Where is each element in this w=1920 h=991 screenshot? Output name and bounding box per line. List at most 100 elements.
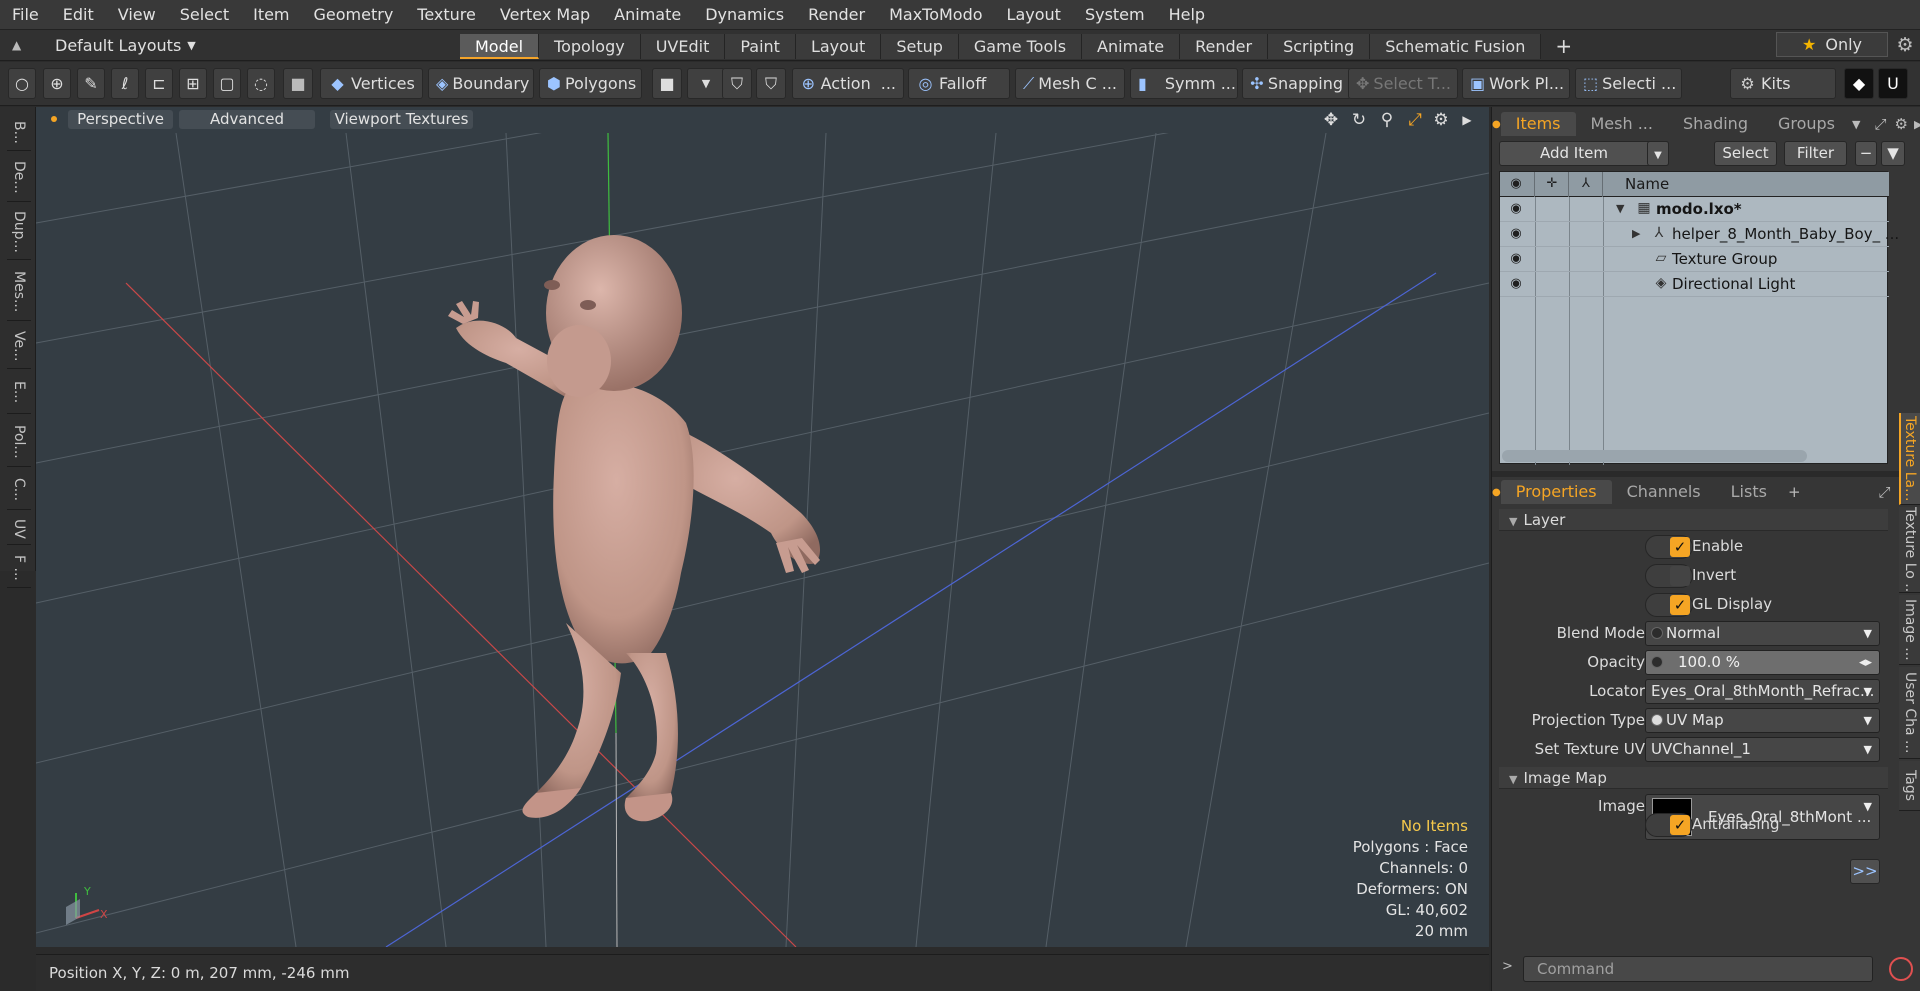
projection-select[interactable]: UV Map ▼: [1645, 708, 1880, 733]
tree-row-light[interactable]: ◉ ◈ Directional Light: [1500, 272, 1889, 297]
add-item-dropdown[interactable]: ▼: [1647, 141, 1669, 166]
kits-button[interactable]: ⚙ Kits: [1730, 68, 1836, 99]
tab-shading[interactable]: Shading: [1668, 112, 1763, 136]
menu-dynamics[interactable]: Dynamics: [693, 0, 796, 30]
gear-icon[interactable]: ⚙: [1894, 34, 1916, 56]
action-center-button[interactable]: ⊕ Action...: [792, 68, 904, 99]
snapping-button[interactable]: ✣ Snapping: [1242, 68, 1351, 99]
tab-items[interactable]: Items: [1500, 112, 1576, 136]
left-tab-deform[interactable]: De...: [7, 154, 31, 202]
panel-splitter[interactable]: [1492, 471, 1920, 477]
visibility-eye-icon[interactable]: ◉: [1506, 201, 1526, 216]
menu-layout[interactable]: Layout: [995, 0, 1073, 30]
menu-animate[interactable]: Animate: [602, 0, 693, 30]
col-locator[interactable]: ⅄: [1569, 172, 1603, 197]
set-uv-select[interactable]: UVChannel_1 ▼: [1645, 737, 1880, 762]
panel-arrow-icon[interactable]: ▶: [1914, 118, 1920, 131]
boundary-button[interactable]: ◈ Boundary: [428, 68, 534, 99]
filter-button[interactable]: Filter: [1784, 141, 1847, 166]
blend-mode-select[interactable]: Normal ▼: [1645, 621, 1880, 646]
tab-paint[interactable]: Paint: [725, 34, 796, 59]
tab-model[interactable]: Model: [460, 34, 540, 59]
visibility-eye-icon[interactable]: ◉: [1506, 226, 1526, 241]
menu-item[interactable]: Item: [241, 0, 301, 30]
tab-render[interactable]: Render: [1180, 34, 1269, 59]
select-through-button[interactable]: ✥ Select T...: [1348, 68, 1458, 99]
expand-right-icon[interactable]: ▶: [1632, 227, 1640, 240]
tabs-overflow-icon[interactable]: ▼: [1852, 118, 1860, 131]
opacity-slider-field[interactable]: 100.0 % ◂▸: [1645, 650, 1880, 675]
panel-expand-icon[interactable]: ⤢: [1879, 483, 1891, 501]
layout-selector[interactable]: ▲ Default Layouts ▼: [0, 30, 460, 61]
tab-layout[interactable]: Layout: [795, 34, 882, 59]
image-map-section[interactable]: ▼ Image Map: [1499, 767, 1888, 789]
add-tab-plus-icon[interactable]: +: [1541, 34, 1586, 59]
more-button[interactable]: >>: [1850, 859, 1880, 884]
left-tab-edge[interactable]: E...: [7, 372, 31, 414]
maximize-icon[interactable]: ⤢: [1404, 111, 1426, 130]
locator-select[interactable]: Eyes_Oral_8thMonth_Refrac... ▼: [1645, 679, 1880, 704]
select-button[interactable]: Select: [1714, 141, 1777, 166]
left-tab-fusion[interactable]: F ...: [7, 548, 31, 588]
item-mode-button[interactable]: ■: [283, 68, 313, 99]
unreal-button[interactable]: U: [1878, 68, 1908, 99]
left-tab-mesh-edit[interactable]: Mes...: [7, 263, 31, 321]
box-select-button[interactable]: ▢: [213, 68, 241, 99]
falloff-button[interactable]: ◎ Falloff: [908, 68, 1010, 99]
only-button[interactable]: ★ Only: [1776, 32, 1888, 57]
tab-channels[interactable]: Channels: [1612, 480, 1716, 504]
viewport-active-dot[interactable]: [51, 116, 57, 122]
pen-button[interactable]: ✎: [77, 68, 105, 99]
symmetry-shield-button[interactable]: ⛉: [722, 68, 752, 99]
circle-select-button[interactable]: ○: [8, 68, 36, 99]
unity-button[interactable]: ◆: [1844, 68, 1874, 99]
side-tab-texture-locator[interactable]: Texture Lo ...: [1899, 507, 1920, 593]
tab-lists[interactable]: Lists: [1716, 480, 1782, 504]
tab-groups[interactable]: Groups: [1763, 112, 1850, 136]
snap-shield-button[interactable]: ⛉: [756, 68, 786, 99]
funnel-button[interactable]: ▼: [1881, 141, 1905, 166]
mesh-constraints-button[interactable]: ⟋ Mesh C ...: [1015, 68, 1125, 99]
lasso-button[interactable]: ℓ: [111, 68, 139, 99]
menu-maxtomodo[interactable]: MaxToModo: [877, 0, 994, 30]
col-lock[interactable]: ✛: [1535, 172, 1569, 197]
record-icon[interactable]: [1889, 957, 1913, 981]
tab-schematic-fusion[interactable]: Schematic Fusion: [1370, 34, 1542, 59]
slider-arrows-icon[interactable]: ◂▸: [1859, 651, 1872, 674]
side-tab-user-channels[interactable]: User Cha ...: [1899, 667, 1920, 759]
material-mode-button[interactable]: ■: [652, 68, 682, 99]
left-tab-curve[interactable]: C...: [7, 470, 31, 510]
vertices-button[interactable]: ◆ Vertices: [320, 68, 423, 99]
left-tab-vertex[interactable]: Ve...: [7, 324, 31, 369]
pan-icon[interactable]: ✥: [1320, 111, 1342, 130]
menu-edit[interactable]: Edit: [51, 0, 106, 30]
shading-dropdown[interactable]: Advanced: [179, 110, 315, 129]
tab-scripting[interactable]: Scripting: [1268, 34, 1371, 59]
perspective-dropdown[interactable]: Perspective: [68, 110, 173, 129]
left-tab-basic[interactable]: B...: [7, 115, 31, 151]
side-tab-texture-layer[interactable]: Texture La...: [1899, 413, 1920, 505]
tab-properties[interactable]: Properties: [1500, 480, 1612, 504]
tab-animate[interactable]: Animate: [1082, 34, 1181, 59]
left-tab-polygon[interactable]: Pol...: [7, 417, 31, 467]
tree-row-scene[interactable]: ◉ ▼ ▦ modo.lxo*: [1500, 197, 1889, 222]
globe-button[interactable]: ⊕: [43, 68, 71, 99]
zoom-icon[interactable]: ⚲: [1376, 111, 1398, 130]
visibility-eye-icon[interactable]: ◉: [1506, 251, 1526, 266]
col-name[interactable]: Name: [1625, 175, 1669, 193]
list-options-button[interactable]: −: [1855, 141, 1877, 166]
menu-vertex-map[interactable]: Vertex Map: [488, 0, 602, 30]
baby-model[interactable]: [448, 235, 821, 822]
gl-display-checkbox[interactable]: ✓: [1645, 593, 1693, 617]
menu-view[interactable]: View: [106, 0, 168, 30]
visibility-eye-icon[interactable]: ◉: [1506, 276, 1526, 291]
tree-scrollbar[interactable]: [1502, 450, 1807, 462]
work-plane-button[interactable]: ▣ Work Pl...: [1462, 68, 1570, 99]
expand-down-icon[interactable]: ▼: [1616, 202, 1624, 215]
tab-topology[interactable]: Topology: [539, 34, 641, 59]
3d-viewport[interactable]: Y X No Items Polygons : Face Channels: 0…: [36, 133, 1489, 947]
menu-texture[interactable]: Texture: [405, 0, 488, 30]
side-tab-image[interactable]: Image ...: [1899, 595, 1920, 665]
polygons-button[interactable]: ⬢ Polygons: [539, 68, 642, 99]
menu-render[interactable]: Render: [796, 0, 877, 30]
